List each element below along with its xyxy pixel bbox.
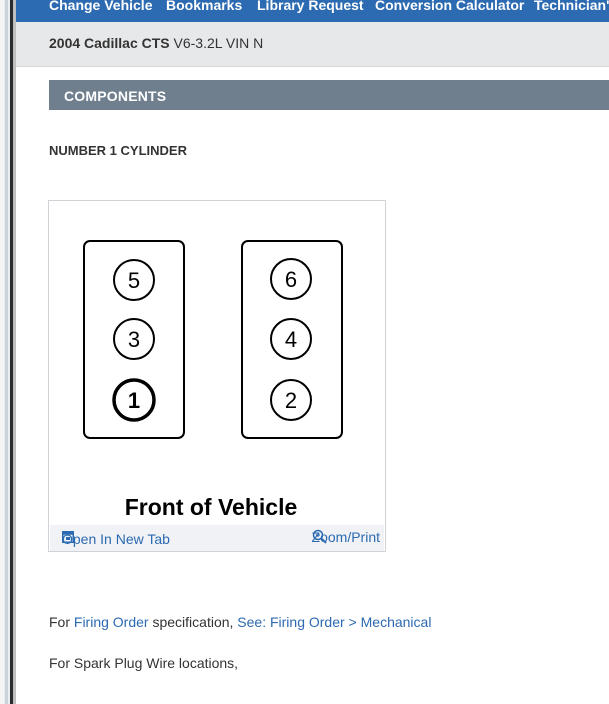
cylinder-diagram-figure: 5 3 1 6 4 2 Front of Vehicle Open In New… — [48, 200, 386, 552]
cylinder-1-label: 1 — [128, 388, 140, 413]
nav-library-request[interactable]: Library Request — [257, 0, 364, 14]
cylinder-4-label: 4 — [285, 327, 297, 352]
cylinder-6-label: 6 — [285, 267, 297, 292]
section-header: COMPONENTS — [49, 80, 609, 110]
vehicle-name: 2004 Cadillac CTS — [49, 35, 170, 51]
firing-order-link[interactable]: Firing Order — [74, 614, 149, 630]
vehicle-bar: 2004 Cadillac CTS V6-3.2L VIN N — [16, 22, 609, 67]
nav-bookmarks[interactable]: Bookmarks — [166, 0, 242, 14]
left-border-shadow — [13, 0, 16, 704]
see-firing-order-mechanical-link[interactable]: See: Firing Order > Mechanical — [237, 614, 431, 630]
figure-toolbar: Open In New Tab Zoom/Print — [50, 525, 384, 551]
firing-middle: specification, — [152, 614, 234, 630]
firing-order-paragraph: For Firing Order specification, See: Fir… — [49, 614, 431, 630]
vehicle-title: 2004 Cadillac CTS V6-3.2L VIN N — [49, 35, 263, 51]
open-in-new-tab-label: Open In New Tab — [62, 531, 170, 547]
cylinder-3-label: 3 — [128, 327, 140, 352]
cylinder-2-label: 2 — [285, 388, 297, 413]
section-title: COMPONENTS — [64, 88, 167, 104]
zoom-icon — [312, 529, 327, 544]
vehicle-spec: V6-3.2L VIN N — [173, 35, 264, 51]
component-subtitle: NUMBER 1 CYLINDER — [49, 143, 187, 158]
nav-technicians[interactable]: Technician's — [534, 0, 609, 14]
open-tab-icon — [62, 531, 74, 543]
figure-caption: Front of Vehicle — [125, 494, 298, 520]
top-navigation: Change Vehicle Bookmarks Library Request… — [16, 0, 609, 22]
firing-prefix: For — [49, 614, 70, 630]
nav-conversion-calculator[interactable]: Conversion Calculator — [375, 0, 524, 14]
cylinder-5-label: 5 — [128, 268, 140, 293]
open-in-new-tab-link[interactable]: Open In New Tab — [62, 531, 170, 547]
cylinder-diagram: 5 3 1 6 4 2 Front of Vehicle — [83, 240, 343, 520]
nav-change-vehicle[interactable]: Change Vehicle — [49, 0, 152, 14]
left-edge-strip — [0, 0, 10, 704]
spark-plug-paragraph: For Spark Plug Wire locations, — [49, 655, 239, 671]
zoom-print-link[interactable]: Zoom/Print — [312, 529, 380, 545]
